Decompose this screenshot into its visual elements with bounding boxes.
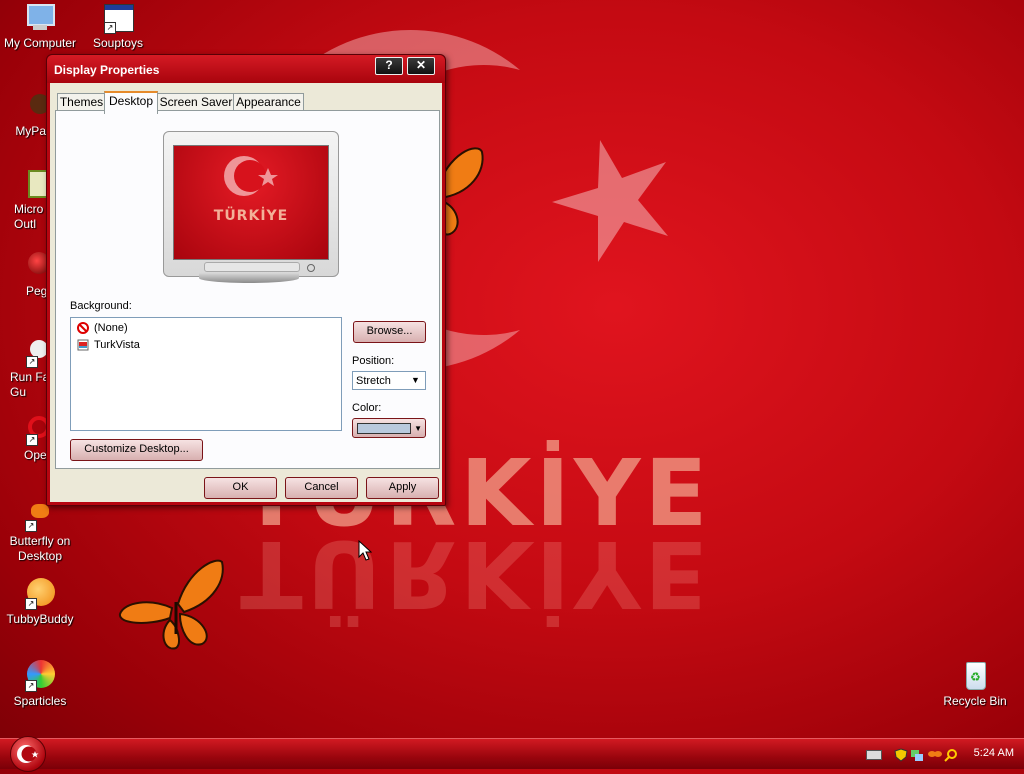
apply-button[interactable]: Apply [366, 477, 439, 499]
wallpaper-text-reflection: TÜRKİYE [240, 520, 712, 627]
monitor-preview: TÜRKİYE [163, 131, 339, 277]
dialog-title: Display Properties [54, 63, 160, 77]
color-swatch [357, 423, 411, 434]
preview-crescent-star [224, 156, 278, 196]
monitor-base [204, 262, 300, 272]
desktop-icon-butterfly[interactable]: ↗ Butterfly on Desktop [0, 500, 80, 564]
tubbybuddy-icon: ↗ [23, 578, 57, 610]
desktop-icon-tubbybuddy[interactable]: ↗ TubbyBuddy [0, 578, 80, 627]
search-icon[interactable] [944, 748, 958, 762]
desktop-icon-my-computer[interactable]: My Computer [0, 2, 80, 51]
desktop-icon-label: Sparticles [13, 694, 67, 708]
taskbar: 5:24 AM [0, 736, 1024, 772]
background-listbox[interactable]: (None) TurkVista [70, 317, 342, 431]
browse-button[interactable]: Browse... [353, 321, 426, 343]
window-icon: ↗ [101, 2, 135, 34]
butterfly-graphic [119, 559, 224, 650]
butterfly-tray-icon[interactable] [928, 748, 942, 760]
display-properties-dialog: Display Properties ? ✕ Themes Desktop Sc… [46, 54, 446, 506]
preview-text: TÜRKİYE [213, 208, 289, 224]
desktop-icon-souptoys[interactable]: ↗ Souptoys [78, 2, 158, 51]
desktop-icon-sparticles[interactable]: ↗ Sparticles [0, 660, 80, 709]
color-label: Color: [352, 402, 382, 414]
list-item[interactable]: (None) [77, 320, 128, 336]
close-button[interactable]: ✕ [407, 57, 435, 75]
desktop-icon-label: Souptoys [92, 36, 144, 50]
computer-icon [23, 2, 57, 34]
recycle-bin-icon: ♻ [958, 660, 992, 692]
monitor-stand [199, 273, 299, 283]
list-item-label: TurkVista [94, 339, 140, 351]
desktop-icon-recycle-bin[interactable]: ♻ Recycle Bin [935, 660, 1015, 709]
position-value: Stretch [356, 375, 391, 387]
power-led-icon [307, 264, 315, 272]
desktop-icon-label: My Computer [3, 36, 77, 50]
ok-button[interactable]: OK [204, 477, 277, 499]
none-icon [77, 322, 89, 334]
desktop-icon-label: Butterfly on Desktop [9, 534, 71, 563]
tab-desktop[interactable]: Desktop [104, 91, 158, 114]
start-button[interactable] [10, 736, 46, 772]
network-icon[interactable] [910, 748, 924, 761]
cancel-button[interactable]: Cancel [285, 477, 358, 499]
chevron-down-icon: ▼ [414, 424, 422, 433]
customize-desktop-button[interactable]: Customize Desktop... [70, 439, 203, 461]
position-select[interactable]: Stretch ▼ [352, 371, 426, 390]
chevron-down-icon: ▼ [411, 375, 420, 385]
list-item-label: (None) [94, 322, 128, 334]
security-shield-icon[interactable] [894, 748, 908, 762]
system-tray: 5:24 AM [854, 739, 1024, 769]
position-label: Position: [352, 355, 395, 367]
desktop-icon-label: TubbyBuddy [6, 612, 74, 626]
keyboard-icon[interactable] [866, 750, 882, 760]
preview-screen: TÜRKİYE [173, 145, 329, 260]
dialog-body: Themes Desktop Screen Saver Appearance T… [50, 83, 442, 502]
color-picker-button[interactable]: ▼ [352, 418, 426, 438]
crescent-star-icon [17, 745, 39, 763]
background-label: Background: [70, 300, 132, 312]
desktop-icon-label: Recycle Bin [943, 694, 1007, 708]
sparticles-icon: ↗ [23, 660, 57, 692]
dialog-title-bar[interactable]: Display Properties ? ✕ [47, 55, 445, 83]
list-item[interactable]: TurkVista [77, 337, 140, 353]
image-file-icon [77, 339, 89, 351]
desktop-tab-page: TÜRKİYE Background: (None) TurkVista Bro… [55, 110, 440, 469]
help-button[interactable]: ? [375, 57, 403, 75]
mouse-cursor-icon [358, 540, 372, 561]
clock[interactable]: 5:24 AM [974, 747, 1014, 759]
